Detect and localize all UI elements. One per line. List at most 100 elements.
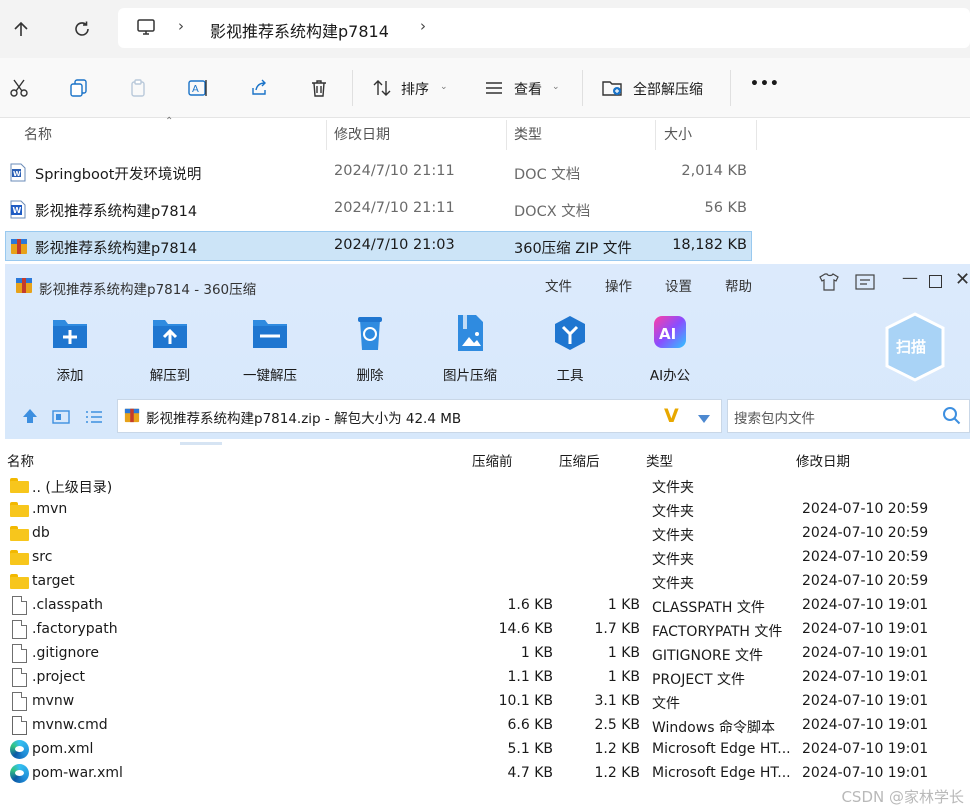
menu-file[interactable]: 文件 bbox=[545, 275, 572, 295]
file-size: 2,014 KB bbox=[681, 163, 747, 179]
paste-icon[interactable] bbox=[127, 76, 151, 100]
archive-row[interactable]: mvnw 10.1 KB 3.1 KB 文件 2024-07-10 19:01 bbox=[5, 690, 970, 714]
archive-row[interactable]: .gitignore 1 KB 1 KB GITIGNORE 文件 2024-07-10… bbox=[5, 642, 970, 666]
copy-icon[interactable] bbox=[67, 76, 91, 100]
archive-path-bar[interactable]: 影视推荐系统构建p7814.zip - 解包大小为 42.4 MB V bbox=[117, 399, 722, 433]
archive-row-type: 文件夹 bbox=[652, 528, 694, 544]
up-level-icon[interactable] bbox=[21, 407, 39, 429]
archive-row-date: 2024-07-10 19:01 bbox=[802, 717, 929, 733]
column-header-size[interactable]: 大小 bbox=[664, 124, 692, 144]
skin-shirt-icon[interactable] bbox=[819, 273, 839, 295]
address-bar[interactable]: › 影视推荐系统构建p7814 › bbox=[118, 8, 970, 48]
archive-row-date: 2024-07-10 19:01 bbox=[802, 741, 929, 757]
archive-row-date: 2024-07-10 19:01 bbox=[802, 765, 929, 781]
archive-row-name: .gitignore bbox=[32, 645, 99, 661]
folder-icon bbox=[10, 574, 29, 589]
v-brand-icon[interactable]: V bbox=[664, 405, 679, 427]
archive-row-name: pom-war.xml bbox=[32, 765, 123, 781]
view-icon[interactable] bbox=[482, 76, 506, 100]
delete-icon[interactable] bbox=[307, 76, 331, 100]
extract-to-button[interactable]: 解压到 bbox=[130, 314, 210, 384]
menu-settings[interactable]: 设置 bbox=[665, 275, 692, 295]
view-button[interactable]: 查看 bbox=[514, 79, 542, 99]
archive-row[interactable]: mvnw.cmd 6.6 KB 2.5 KB Windows 命令脚本 2024-07-… bbox=[5, 714, 970, 738]
archive-row-name: .classpath bbox=[32, 597, 104, 613]
archive-row[interactable]: .mvn 文件夹 2024-07-10 20:59 bbox=[5, 498, 970, 522]
archive-row-type: FACTORYPATH 文件 bbox=[652, 624, 783, 640]
sort-button[interactable]: 排序 bbox=[401, 79, 429, 99]
file-explorer-window: › 影视推荐系统构建p7814 › A 排序 ⌄ 查看 ⌄ 全部解压缩 ••• … bbox=[0, 0, 970, 262]
menu-operation[interactable]: 操作 bbox=[605, 275, 632, 295]
extract-all-button[interactable]: 全部解压缩 bbox=[633, 79, 703, 99]
archive-row-type: 文件 bbox=[652, 696, 680, 712]
archive-row-after: 1.2 KB bbox=[594, 765, 641, 781]
chevron-down-icon[interactable]: ⌄ bbox=[440, 82, 448, 92]
archive-row[interactable]: .project 1.1 KB 1 KB PROJECT 文件 2024-07-10 1… bbox=[5, 666, 970, 690]
image-compress-label: 图片压缩 bbox=[443, 368, 497, 384]
archive-row-date: 2024-07-10 20:59 bbox=[802, 573, 929, 589]
extract-to-label: 解压到 bbox=[149, 368, 191, 384]
archive-row[interactable]: .. (上级目录) 文件夹 bbox=[5, 474, 970, 498]
feedback-icon[interactable] bbox=[855, 274, 875, 294]
file-list: ⌃ 名称 修改日期 类型 大小 W Springboot开发环境说明 2024/… bbox=[0, 116, 970, 262]
image-compress-button[interactable]: 图片压缩 bbox=[430, 314, 510, 384]
chevron-down-icon[interactable]: ⌄ bbox=[552, 82, 560, 92]
file-icon bbox=[12, 668, 27, 687]
column-header-date[interactable]: 修改日期 bbox=[796, 450, 850, 470]
recycle-bin-icon bbox=[350, 314, 390, 352]
archive-row[interactable]: pom.xml 5.1 KB 1.2 KB Microsoft Edge HT... 2… bbox=[5, 738, 970, 762]
add-button[interactable]: 添加 bbox=[30, 314, 110, 384]
column-header-before[interactable]: 压缩前 bbox=[472, 450, 513, 470]
up-arrow-icon[interactable] bbox=[5, 13, 37, 45]
tools-button[interactable]: 工具 bbox=[530, 314, 610, 384]
column-header-date[interactable]: 修改日期 bbox=[334, 124, 390, 144]
column-header-after[interactable]: 压缩后 bbox=[559, 450, 600, 470]
archive-row[interactable]: db 文件夹 2024-07-10 20:59 bbox=[5, 522, 970, 546]
archive-search-box[interactable]: 搜索包内文件 bbox=[727, 399, 970, 433]
file-row-selected[interactable]: 影视推荐系统构建p7814 2024/7/10 21:03 360压缩 ZIP … bbox=[5, 231, 752, 261]
ai-office-button[interactable]: AI AI办公 bbox=[630, 314, 710, 384]
file-date: 2024/7/10 21:03 bbox=[334, 237, 455, 253]
archive-row[interactable]: .classpath 1.6 KB 1 KB CLASSPATH 文件 2024-07-… bbox=[5, 594, 970, 618]
extract-folder-icon[interactable] bbox=[601, 76, 625, 100]
refresh-icon[interactable] bbox=[66, 13, 98, 45]
cut-icon[interactable] bbox=[7, 76, 31, 100]
archive-row[interactable]: target 文件夹 2024-07-10 20:59 bbox=[5, 570, 970, 594]
archive-row[interactable]: src 文件夹 2024-07-10 20:59 bbox=[5, 546, 970, 570]
column-header-type[interactable]: 类型 bbox=[646, 450, 673, 470]
zip-file-icon bbox=[124, 407, 140, 427]
search-icon[interactable] bbox=[942, 406, 962, 430]
scan-button[interactable]: 扫描 bbox=[883, 312, 947, 382]
folder-icon bbox=[10, 502, 29, 517]
thumbnail-view-icon[interactable] bbox=[52, 409, 70, 428]
zip-window: 影视推荐系统构建p7814 - 360压缩 文件 操作 设置 帮助 — ✕ 添加… bbox=[5, 264, 970, 811]
minimize-icon[interactable]: — bbox=[902, 268, 918, 287]
archive-row-type: CLASSPATH 文件 bbox=[652, 600, 765, 616]
delete-button[interactable]: 删除 bbox=[330, 314, 410, 384]
dropdown-triangle-icon[interactable] bbox=[697, 409, 711, 428]
menu-help[interactable]: 帮助 bbox=[725, 275, 752, 295]
command-bar: A 排序 ⌄ 查看 ⌄ 全部解压缩 ••• bbox=[0, 58, 970, 118]
breadcrumb-folder[interactable]: 影视推荐系统构建p7814 bbox=[210, 18, 389, 42]
chevron-right-icon[interactable]: › bbox=[420, 17, 426, 35]
more-options-button[interactable]: ••• bbox=[750, 76, 780, 92]
archive-row[interactable]: pom-war.xml 4.7 KB 1.2 KB Microsoft Edge HT… bbox=[5, 762, 970, 786]
file-row[interactable]: W Springboot开发环境说明 2024/7/10 21:11 DOC 文… bbox=[5, 158, 752, 187]
rename-icon[interactable]: A bbox=[187, 76, 211, 100]
list-view-icon[interactable] bbox=[85, 409, 103, 428]
archive-row-after: 1 KB bbox=[607, 669, 640, 685]
column-header-name[interactable]: 名称 bbox=[24, 124, 52, 144]
maximize-icon[interactable] bbox=[929, 275, 942, 288]
sort-icon[interactable] bbox=[370, 76, 394, 100]
one-click-extract-button[interactable]: 一键解压 bbox=[230, 314, 310, 384]
close-icon[interactable]: ✕ bbox=[955, 269, 970, 290]
archive-row-after: 1 KB bbox=[607, 645, 640, 661]
share-icon[interactable] bbox=[247, 76, 271, 100]
column-header-type[interactable]: 类型 bbox=[514, 124, 542, 144]
archive-row[interactable]: .factorypath 14.6 KB 1.7 KB FACTORYPATH 文件 2… bbox=[5, 618, 970, 642]
chevron-right-icon[interactable]: › bbox=[178, 17, 184, 35]
file-row[interactable]: W 影视推荐系统构建p7814 2024/7/10 21:11 DOCX 文档 … bbox=[5, 195, 752, 224]
column-header-name[interactable]: 名称 bbox=[7, 450, 34, 470]
file-name: 影视推荐系统构建p7814 bbox=[35, 241, 198, 257]
address-row: › 影视推荐系统构建p7814 › bbox=[0, 0, 970, 58]
